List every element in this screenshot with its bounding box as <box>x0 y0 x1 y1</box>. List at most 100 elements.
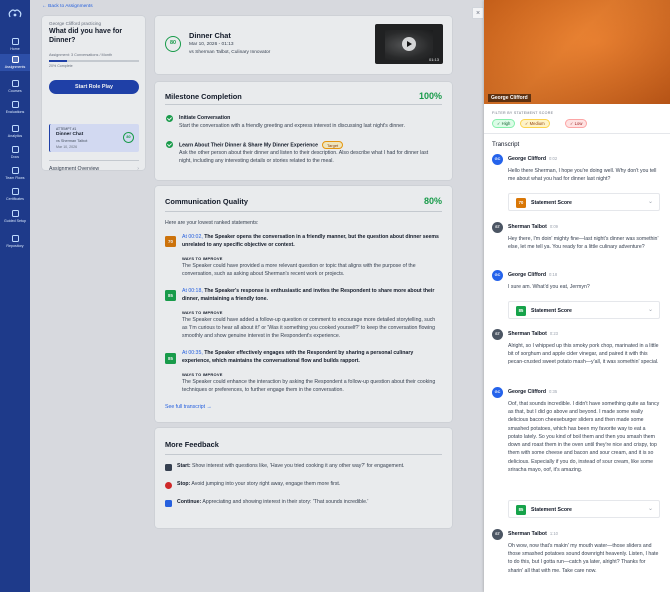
feedback-stop-label: Stop: <box>177 481 191 487</box>
attempt-card[interactable]: ATTEMPT #1 Dinner Chat vs Sherman Talbot… <box>49 124 139 152</box>
more-feedback-title: More Feedback <box>165 440 219 449</box>
avatar: ST <box>492 529 503 540</box>
docs-icon <box>11 146 19 153</box>
assignment-overview-link[interactable]: Assignment Overview › <box>49 166 139 172</box>
feedback-stop-text: Avoid jumping into your story right away… <box>191 481 341 487</box>
statement-timestamp-link[interactable]: At 00:02, <box>182 234 203 240</box>
message-text: Oof, that sounds incredible. I didn't ha… <box>508 401 660 473</box>
assignment-overview-label: Assignment Overview <box>49 166 100 172</box>
feedback-continue: Continue: Appreciating and showing inter… <box>177 499 442 507</box>
analytics-icon <box>11 125 19 132</box>
milestone-item-desc: Ask the other person about their dinner … <box>179 150 429 164</box>
statement-timestamp-link[interactable]: At 00:35, <box>182 350 203 356</box>
nav-team-flows[interactable]: Team Flows <box>0 167 30 180</box>
session-opponent: vs Sherman Talbot, Culinary Innovator <box>189 50 271 55</box>
feedback-start: Start: Show interest with questions like… <box>177 463 442 471</box>
milestone-card: Milestone Completion 100% Initiate Conve… <box>155 82 452 180</box>
speaker-name-text: George Clifford <box>508 389 547 395</box>
session-score: 80 <box>165 36 181 52</box>
communication-percent: 80% <box>423 196 442 206</box>
statement-score-badge: 85 <box>516 505 526 515</box>
communication-quality-card: Communication Quality 80% Here are your … <box>155 186 452 422</box>
assignment-question: What did you have for Dinner? <box>49 28 123 44</box>
divider <box>165 211 442 212</box>
speaker-name: George Clifford 0:18 <box>508 272 557 278</box>
message-time: 0:09 <box>549 224 558 229</box>
nav-home[interactable]: Home <box>0 38 30 51</box>
team-flows-icon <box>11 167 19 174</box>
play-icon[interactable] <box>402 37 416 51</box>
session-date: Mar 10, 2026 - 01:13 <box>189 42 234 47</box>
lowest-statements-intro: Here are your lowest ranked statements: <box>165 220 259 226</box>
nav-assignments[interactable]: Assignments <box>0 54 30 71</box>
feedback-start-text: Show interest with questions like, 'Have… <box>192 463 405 469</box>
statement-score-label: Statement Score <box>531 506 572 513</box>
filter-medium-toggle[interactable]: ✓ Medium <box>520 119 550 128</box>
speaker-name-text: George Clifford <box>508 272 547 278</box>
statement-score-label: Statement Score <box>531 199 572 206</box>
statement-timestamp-link[interactable]: At 00:18, <box>182 288 203 294</box>
message-time: 0:18 <box>549 272 558 277</box>
target-badge: Target <box>322 141 344 149</box>
courses-icon <box>11 80 19 87</box>
avatar: ST <box>492 222 503 233</box>
speaker-name: Sherman Talbot 0:23 <box>508 331 558 337</box>
guided-setup-icon <box>11 210 19 217</box>
communication-title: Communication Quality <box>165 197 248 206</box>
attempt-date: Mar 10, 2026 <box>56 145 78 149</box>
chevron-down-icon: ⌄ <box>647 199 653 205</box>
message-time: 0:02 <box>549 156 558 161</box>
start-role-play-button[interactable]: Start Role Play <box>49 80 139 94</box>
message-text: Hey there, I'm doin' mighty fine—last ni… <box>508 236 659 251</box>
filter-high-toggle[interactable]: ✓ High <box>492 119 516 128</box>
filter-low-toggle[interactable]: ✓ Low <box>565 119 588 128</box>
certificates-icon <box>11 188 19 195</box>
milestone-item-title: Initiate Conversation <box>179 115 231 121</box>
speaker-name-text: Sherman Talbot <box>508 531 547 537</box>
statement-text: At 00:35, The Speaker effectively engage… <box>182 350 442 366</box>
ways-to-improve-text: The Speaker could enhance the interactio… <box>182 379 436 393</box>
speaker-name: Sherman Talbot 1:10 <box>508 531 558 537</box>
nav-evaluations[interactable]: Evaluations <box>0 101 30 114</box>
message-time: 0:35 <box>549 389 558 394</box>
back-to-assignments-link[interactable]: ← Back to Assignments <box>42 4 93 9</box>
message-text: Oh wow, now that's makin' my mouth water… <box>508 543 659 574</box>
video-player[interactable]: 01:13 <box>375 24 443 64</box>
attempt-sub: vs Sherman Talbot <box>56 139 88 143</box>
nav-guided-setup[interactable]: Guided Setup <box>0 210 30 223</box>
chevron-down-icon: ⌄ <box>647 506 653 512</box>
nav-docs[interactable]: Docs <box>0 146 30 159</box>
divider <box>165 454 442 455</box>
assignments-icon <box>11 56 19 63</box>
statement-body: The Speaker's response is enthusiastic a… <box>182 288 435 302</box>
statement-score-badge: 85 <box>165 290 176 301</box>
nav-certificates[interactable]: Certificates <box>0 188 30 201</box>
nav-courses[interactable]: Courses <box>0 80 30 93</box>
assignment-panel: George Clifford practicing What did you … <box>42 16 145 172</box>
see-full-transcript-link[interactable]: See full transcript → <box>165 404 212 410</box>
statement-score-badge: 85 <box>516 306 526 316</box>
session-title: Dinner Chat <box>189 31 231 40</box>
message-text: I sure am. What'd you eat, Jermyn? <box>508 284 590 290</box>
nav-repository[interactable]: Repository <box>0 235 30 248</box>
participant-video-still <box>484 0 670 104</box>
avatar: GC <box>492 387 503 398</box>
close-drawer-button[interactable]: × <box>472 7 484 19</box>
statement-score-row[interactable]: 85 Statement Score ⌄ <box>508 500 660 518</box>
ways-to-improve-text: The Speaker could have provided a more r… <box>182 263 416 277</box>
statement-score-badge: 70 <box>165 236 176 247</box>
home-icon <box>11 38 19 45</box>
assignment-meta: Assignment: 3 Conversations / Month <box>49 53 113 57</box>
stop-icon <box>165 482 172 489</box>
nav-analytics[interactable]: Analytics <box>0 125 30 138</box>
check-circle-icon <box>166 115 173 122</box>
feedback-continue-label: Continue: <box>177 499 202 505</box>
participant-name-tag: George Clifford <box>488 94 531 102</box>
milestone-item-desc: Start the conversation with a friendly g… <box>179 123 405 129</box>
statement-score-row[interactable]: 85 Statement Score ⌄ <box>508 301 660 319</box>
statement-score-row[interactable]: 70 Statement Score ⌄ <box>508 193 660 211</box>
feedback-start-label: Start: <box>177 463 191 469</box>
chevron-down-icon: ⌄ <box>647 307 653 313</box>
chevron-right-icon: › <box>137 166 139 172</box>
ways-to-improve-label: WAYS TO IMPROVE <box>182 372 223 377</box>
